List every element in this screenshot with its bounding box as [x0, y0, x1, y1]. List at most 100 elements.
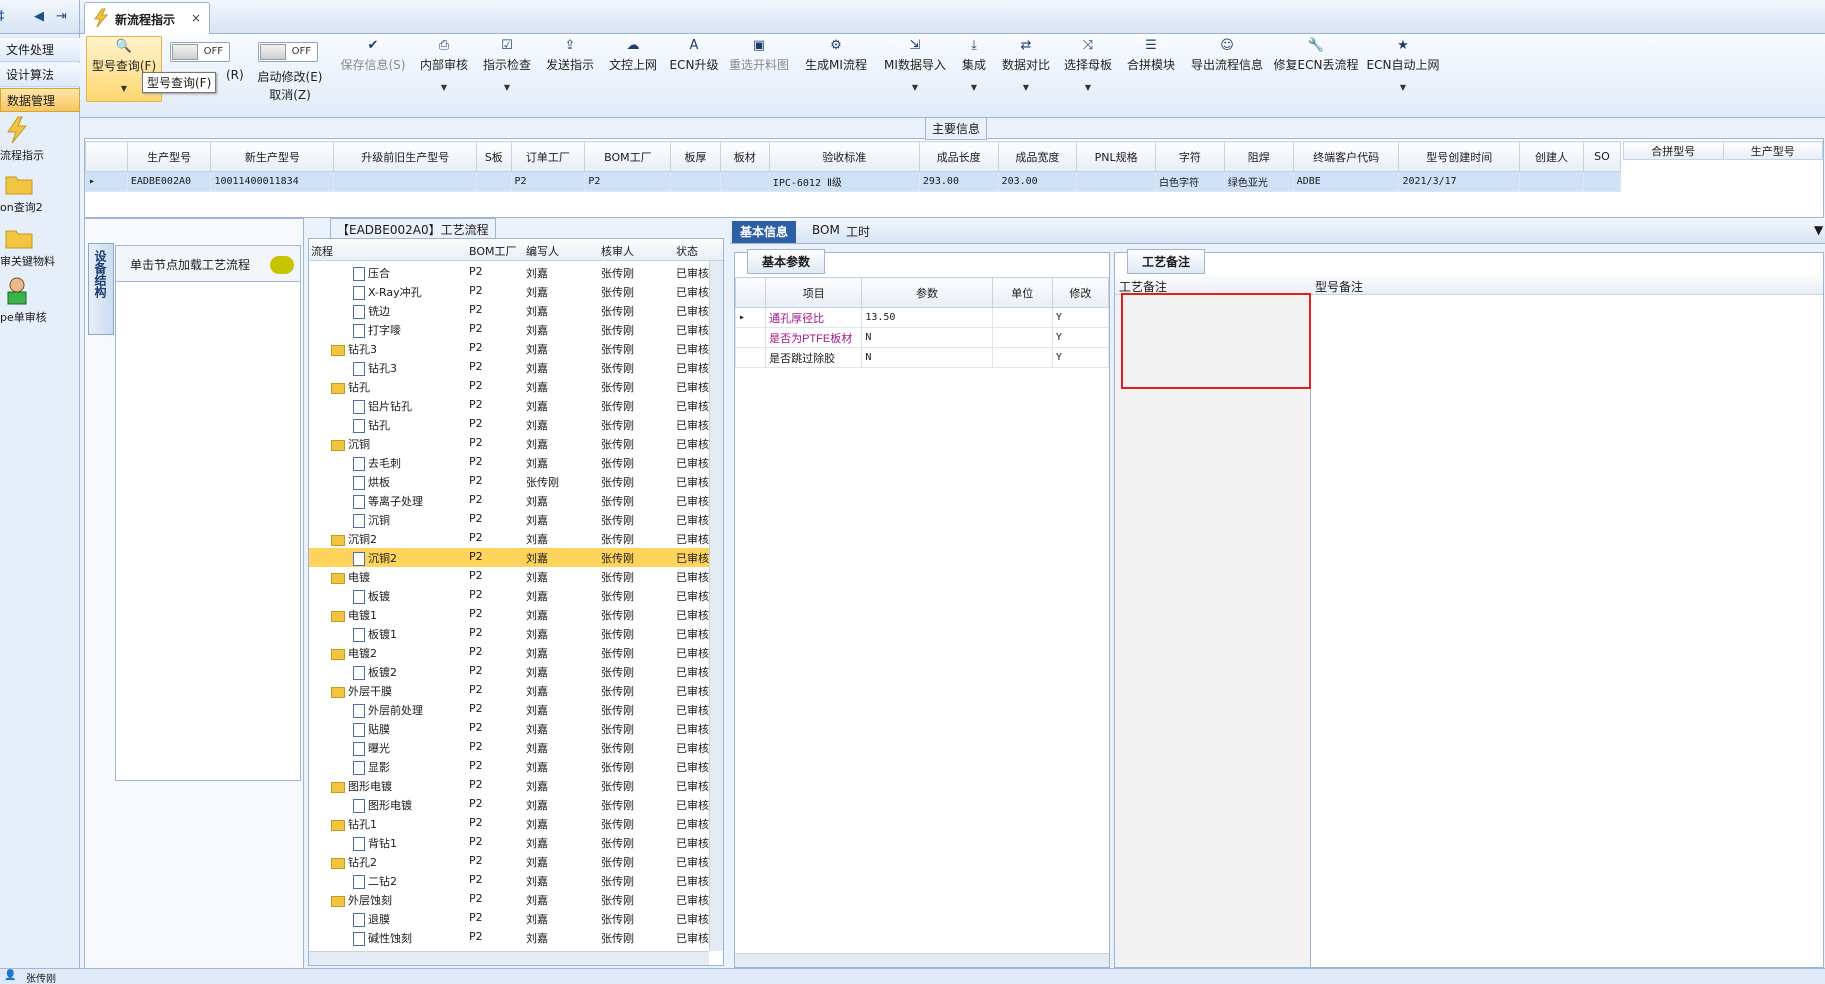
table-cell[interactable]: 绿色亚光: [1223, 171, 1294, 192]
table-cell[interactable]: [476, 171, 512, 192]
tree-row[interactable]: 板镀 P2 刘嘉 张传刚 已审核: [309, 586, 723, 605]
indicator-check-button[interactable]: ☑ 指示检查 ▼: [478, 36, 536, 92]
tree-vertical-scrollbar[interactable]: [709, 261, 723, 951]
tree-row[interactable]: X-Ray冲孔 P2 刘嘉 张传刚 已审核: [309, 282, 723, 301]
reselect-cut-button[interactable]: ▣ 重选开料图: [726, 36, 792, 73]
model-notes-textarea[interactable]: [1313, 295, 1823, 967]
tree-row[interactable]: 压合 P2 刘嘉 张传刚 已审核: [309, 263, 723, 282]
column-header[interactable]: 修改: [1051, 277, 1110, 308]
table-cell[interactable]: Y: [1051, 327, 1110, 348]
tree-row[interactable]: 板镀1 P2 刘嘉 张传刚 已审核: [309, 624, 723, 643]
table-cell[interactable]: 白色字符: [1154, 171, 1225, 192]
tree-row[interactable]: 电镀1 P2 刘嘉 张传刚 已审核: [309, 605, 723, 624]
internal-review-button[interactable]: ⎙ 内部审核 ▼: [416, 36, 472, 92]
select-motherboard-button[interactable]: ⤨ 选择母板 ▼: [1060, 36, 1116, 92]
tab-process-notes[interactable]: 工艺备注: [1127, 249, 1206, 274]
integrate-button[interactable]: ⤓ 集成 ▼: [956, 36, 992, 92]
tree-row[interactable]: 沉铜 P2 刘嘉 张传刚 已审核: [309, 434, 723, 453]
table-cell[interactable]: N: [861, 347, 993, 368]
tree-row[interactable]: 贴膜 P2 刘嘉 张传刚 已审核: [309, 719, 723, 738]
tree-row[interactable]: 退膜 P2 刘嘉 张传刚 已审核: [309, 909, 723, 928]
tree-row[interactable]: 外层干膜 P2 刘嘉 张传刚 已审核: [309, 681, 723, 700]
column-header[interactable]: 型号创建时间: [1398, 141, 1520, 172]
tree-row[interactable]: 外层蚀刻 P2 刘嘉 张传刚 已审核: [309, 890, 723, 909]
toggle-switch-2[interactable]: OFF: [258, 42, 318, 62]
table-cell[interactable]: P2: [584, 171, 672, 192]
table-cell[interactable]: Y: [1051, 347, 1110, 368]
tree-row[interactable]: 钻孔3 P2 刘嘉 张传刚 已审核: [309, 339, 723, 358]
column-header[interactable]: 项目: [765, 277, 863, 308]
vtab-structure[interactable]: 设备结构: [88, 243, 114, 335]
export-flow-button[interactable]: ☺ 导出流程信息: [1186, 36, 1268, 73]
table-cell[interactable]: EADBE002A0: [126, 171, 212, 192]
tree-row[interactable]: 背钻1 P2 刘嘉 张传刚 已审核: [309, 833, 723, 852]
tree-row[interactable]: 烘板 P2 张传刚 张传刚 已审核: [309, 472, 723, 491]
column-header[interactable]: 板材: [719, 141, 770, 172]
chevron-down-icon[interactable]: ▼: [1806, 221, 1825, 243]
table-cell[interactable]: 通孔厚径比: [765, 307, 863, 328]
tab-basic-info[interactable]: 基本信息: [732, 221, 797, 243]
menu-design[interactable]: 设计算法: [0, 63, 80, 87]
column-header[interactable]: 单位: [991, 277, 1053, 308]
column-header[interactable]: 阻焊: [1223, 141, 1294, 172]
tree-row[interactable]: 铣边 P2 刘嘉 张传刚 已审核: [309, 301, 723, 320]
table-cell[interactable]: P2: [510, 171, 586, 192]
tree-row[interactable]: 钻孔1 P2 刘嘉 张传刚 已审核: [309, 814, 723, 833]
toggle-switch-1[interactable]: OFF: [170, 42, 230, 62]
column-header[interactable]: 生产型号: [126, 141, 212, 172]
table-cell[interactable]: [991, 327, 1053, 348]
save-info-button[interactable]: ✔ 保存信息(S): [336, 36, 410, 73]
nav-query2[interactable]: on查询2: [0, 172, 80, 215]
tree-row[interactable]: 钻孔3 P2 刘嘉 张传刚 已审核: [309, 358, 723, 377]
tree-row[interactable]: 图形电镀 P2 刘嘉 张传刚 已审核: [309, 776, 723, 795]
table-cell[interactable]: 203.00: [997, 171, 1078, 192]
column-header[interactable]: BOM工厂: [469, 243, 517, 259]
table-cell[interactable]: [670, 171, 721, 192]
column-header[interactable]: PNL规格: [1076, 141, 1156, 172]
close-icon[interactable]: ×: [191, 11, 201, 25]
data-compare-button[interactable]: ⇄ 数据对比 ▼: [998, 36, 1054, 92]
column-header[interactable]: 核审人: [601, 243, 634, 259]
tree-row[interactable]: 沉铜2 P2 刘嘉 张传刚 已审核: [309, 548, 723, 567]
column-header[interactable]: 参数: [861, 277, 993, 308]
table-cell[interactable]: [991, 307, 1053, 328]
menu-data[interactable]: 数据管理: [0, 88, 80, 112]
table-cell[interactable]: Y: [1051, 307, 1110, 328]
column-header[interactable]: SO: [1582, 141, 1622, 172]
doc-online-button[interactable]: ☁ 文控上网: [604, 36, 662, 73]
tree-row[interactable]: 电镀 P2 刘嘉 张传刚 已审核: [309, 567, 723, 586]
tree-row[interactable]: 外层前处理 P2 刘嘉 张传刚 已审核: [309, 700, 723, 719]
table-row[interactable]: ▸ 通孔厚径比 13.50 Y: [734, 307, 1110, 328]
mi-import-button[interactable]: ⇲ MI数据导入 ▼: [880, 36, 950, 92]
tree-row[interactable]: 去毛刺 P2 刘嘉 张传刚 已审核: [309, 453, 723, 472]
table-cell[interactable]: 10011400011834: [210, 171, 335, 192]
table-cell[interactable]: ADBE: [1292, 171, 1400, 192]
tree-row[interactable]: 打字嘜 P2 刘嘉 张传刚 已审核: [309, 320, 723, 339]
table-cell[interactable]: IPC-6012 Ⅱ级: [768, 171, 920, 192]
tree-row[interactable]: 沉铜2 P2 刘嘉 张传刚 已审核: [309, 529, 723, 548]
column-header[interactable]: 新生产型号: [210, 141, 335, 172]
tree-row[interactable]: 板镀2 P2 刘嘉 张传刚 已审核: [309, 662, 723, 681]
column-header[interactable]: 验收标准: [768, 141, 920, 172]
generate-mi-button[interactable]: ⚙ 生成MI流程: [798, 36, 874, 73]
column-header[interactable]: 流程: [311, 243, 333, 259]
tree-row[interactable]: 铝片钻孔 P2 刘嘉 张传刚 已审核: [309, 396, 723, 415]
table-cell[interactable]: [719, 171, 770, 192]
nav-key-material[interactable]: 审关键物料: [0, 226, 80, 269]
table-row[interactable]: ▸ EADBE002A0 10011400011834 P2 P2 IPC-60…: [85, 171, 1622, 192]
tree-row[interactable]: 钻孔 P2 刘嘉 张传刚 已审核: [309, 415, 723, 434]
column-header[interactable]: 成品宽度: [997, 141, 1078, 172]
send-indicator-button[interactable]: ⇪ 发送指示: [542, 36, 598, 73]
nav-flow-indicator[interactable]: 流程指示: [0, 116, 80, 163]
column-header[interactable]: BOM工厂: [584, 141, 672, 172]
table-cell[interactable]: 2021/3/17: [1398, 171, 1520, 192]
ecn-auto-online-button[interactable]: ★ ECN自动上网 ▼: [1364, 36, 1442, 92]
table-cell[interactable]: 13.50: [861, 307, 993, 328]
column-header[interactable]: 状态: [676, 243, 698, 259]
tab-basic-params[interactable]: 基本参数: [747, 249, 826, 274]
start-modify-button[interactable]: 启动修改(E): [250, 68, 330, 85]
column-header[interactable]: 成品长度: [918, 141, 999, 172]
process-notes-textarea[interactable]: [1115, 295, 1311, 967]
table-cell[interactable]: [333, 171, 478, 192]
table-cell[interactable]: 是否为PTFE板材: [765, 327, 863, 348]
